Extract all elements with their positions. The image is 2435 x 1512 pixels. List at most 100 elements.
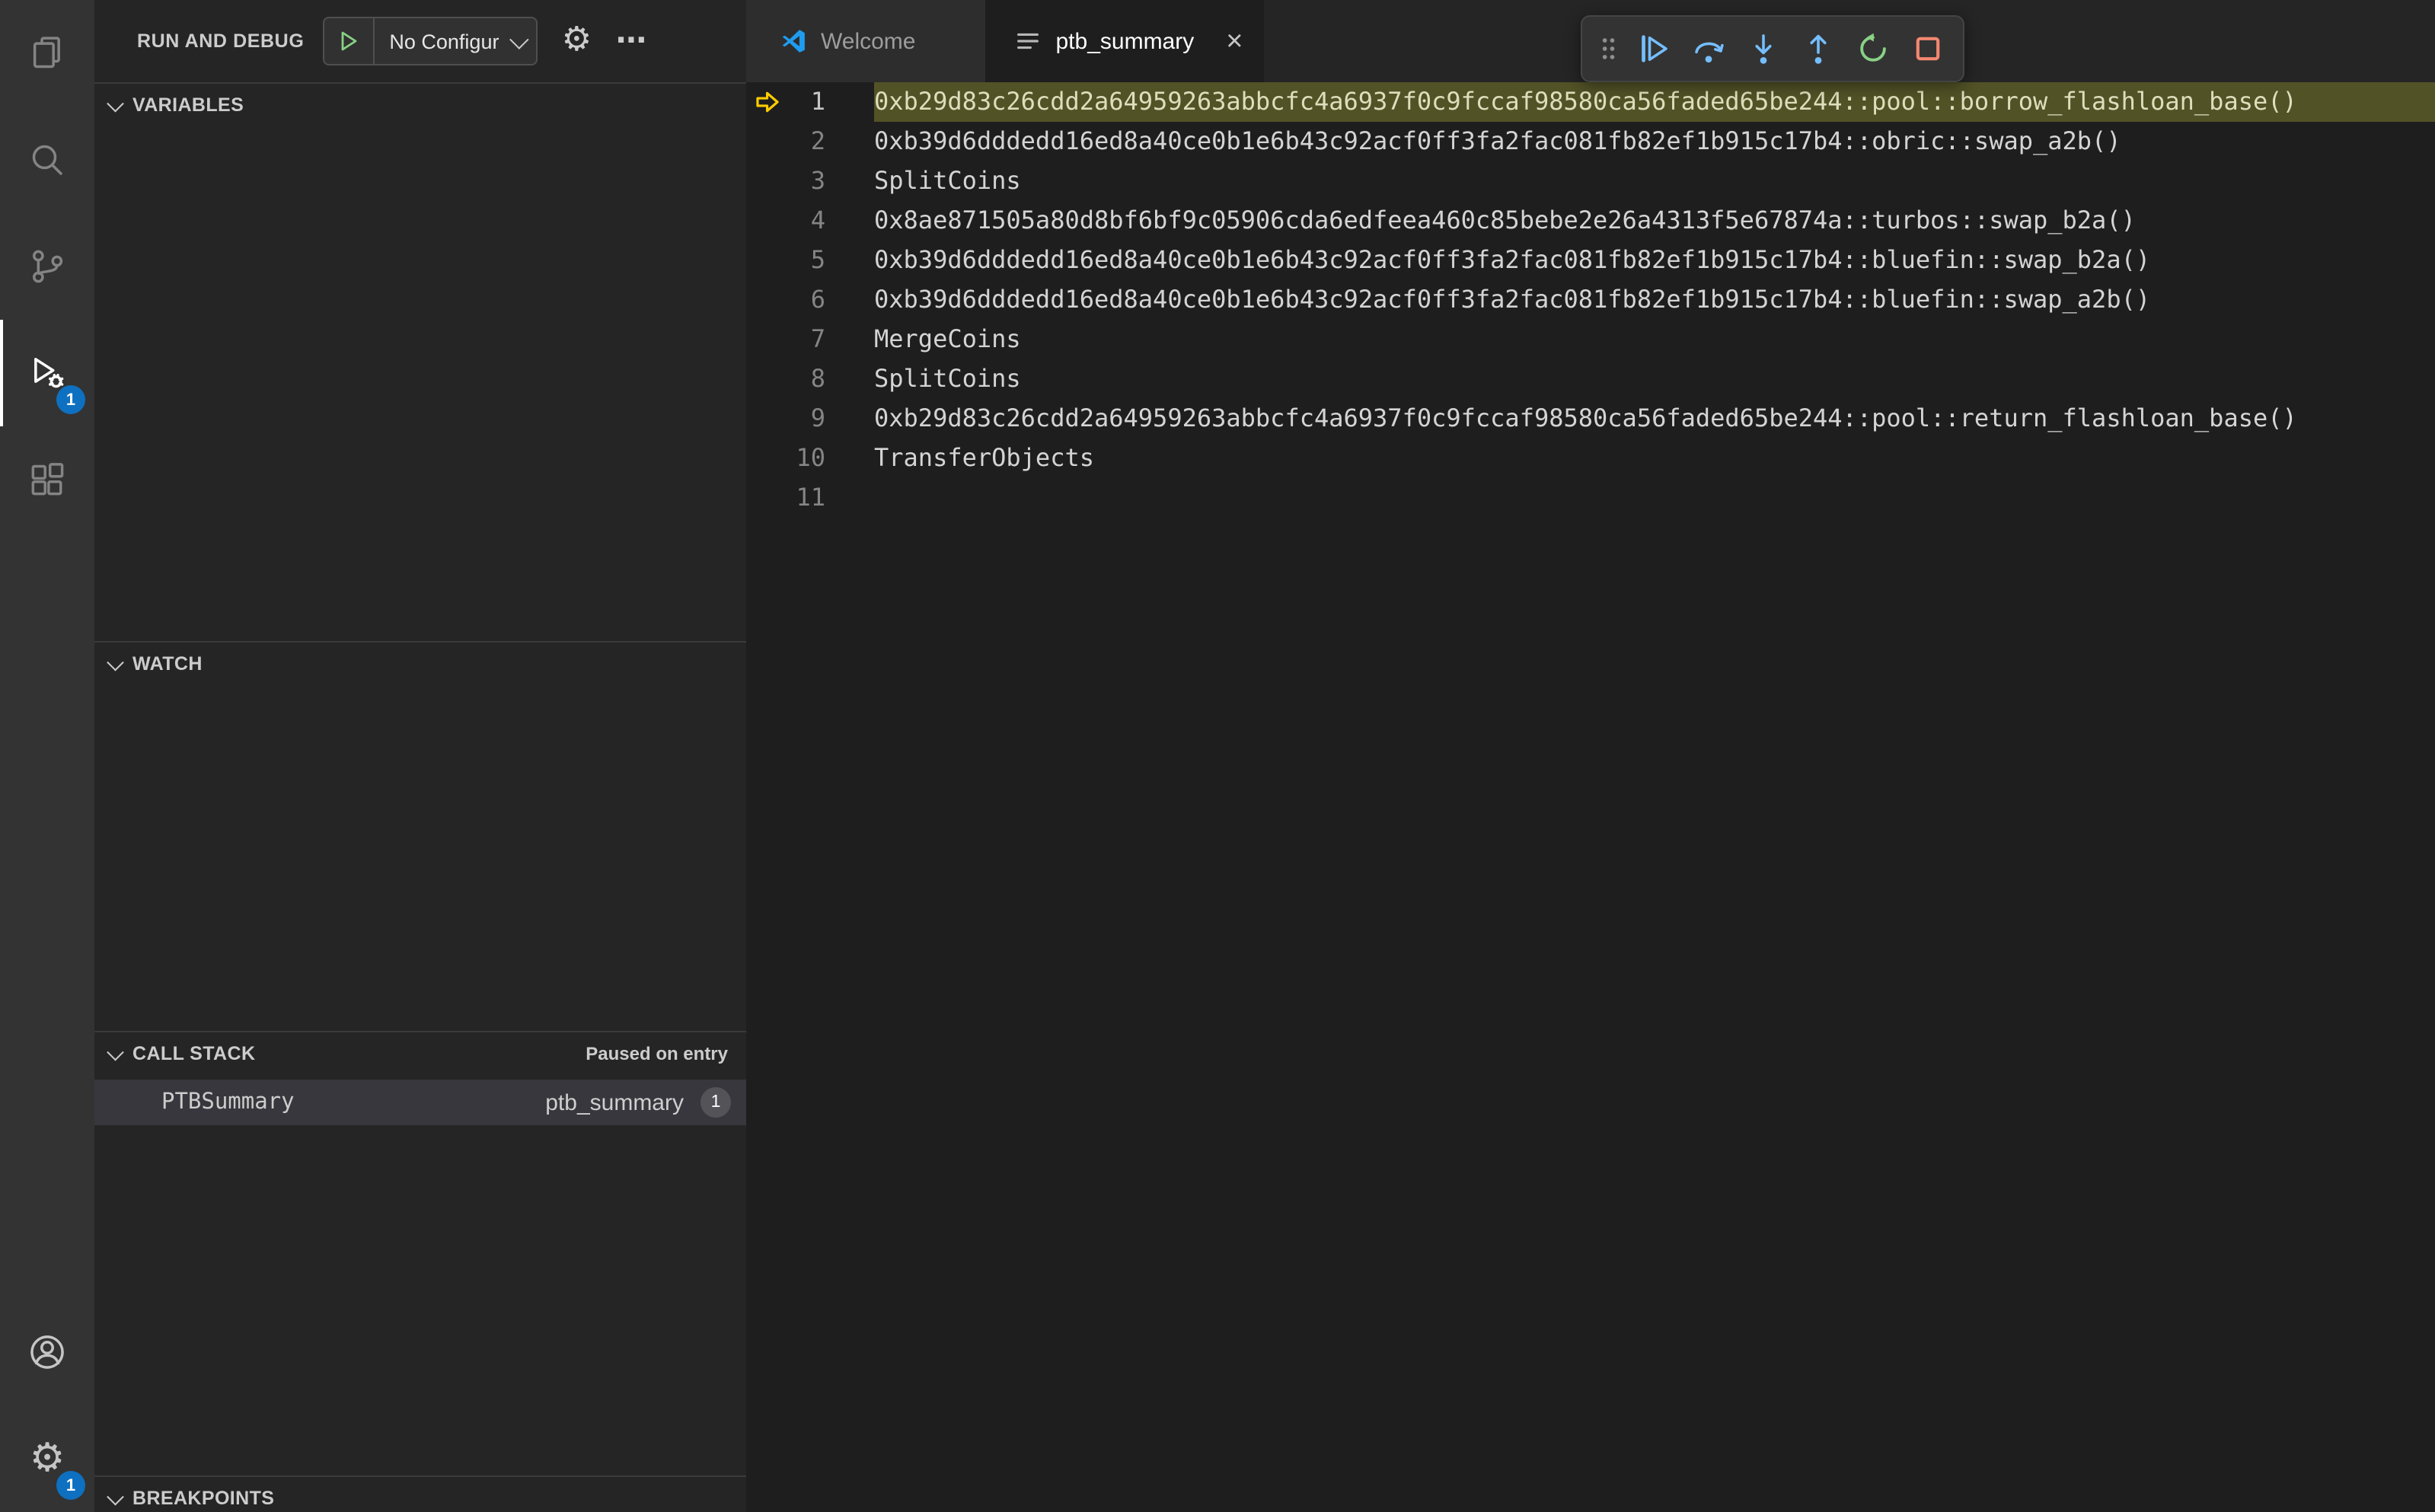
code-text: 0xb39d6dddedd16ed8a40ce0b1e6b43c92acf0ff…: [874, 126, 2121, 155]
tab-ptb-summary[interactable]: ptb_summary ×: [987, 0, 1265, 82]
stack-frame-badge: 1: [701, 1087, 731, 1118]
code-text: 0xb39d6dddedd16ed8a40ce0b1e6b43c92acf0ff…: [874, 285, 2151, 314]
gutter[interactable]: 2: [746, 122, 874, 161]
files-icon: [33, 37, 60, 69]
code-line[interactable]: 4 0x8ae871505a80d8bf6bf9c05906cda6edfeea4…: [746, 201, 2435, 241]
code-text: 0xb29d83c26cdd2a64959263abbcfc4a6937f0c9…: [874, 404, 2297, 432]
more-actions-icon[interactable]: ⋯: [616, 26, 648, 56]
code-text: TransferObjects: [874, 443, 1094, 472]
gutter[interactable]: 11: [746, 478, 874, 518]
gutter[interactable]: 6: [746, 280, 874, 320]
source-control-icon: [32, 250, 63, 283]
code-line[interactable]: 8 SplitCoins: [746, 359, 2435, 399]
continue-button[interactable]: [1628, 23, 1680, 75]
settings-button[interactable]: ⚙ 1: [0, 1405, 94, 1512]
stack-frame-file: ptb_summary: [545, 1089, 684, 1115]
vscode-window: 1 ⚙ 1 RUN AND DEBUG No Configur ⚙ ⋯ VARI…: [0, 0, 2435, 1512]
restart-icon: [1860, 33, 1886, 62]
sidebar-item-explorer[interactable]: [0, 0, 94, 107]
code-text: 0xb29d83c26cdd2a64959263abbcfc4a6937f0c9…: [874, 82, 2435, 122]
code-line[interactable]: 1 0xb29d83c26cdd2a64959263abbcfc4a6937f0c…: [746, 82, 2435, 122]
gear-icon: ⚙: [29, 1436, 65, 1482]
accounts-button[interactable]: [0, 1299, 94, 1405]
settings-badge: 1: [56, 1471, 85, 1500]
gutter[interactable]: 9: [746, 399, 874, 439]
stop-button[interactable]: [1902, 23, 1954, 75]
watch-section-header[interactable]: WATCH: [94, 643, 746, 684]
code-text: MergeCoins: [874, 324, 1021, 353]
gutter[interactable]: 4: [746, 201, 874, 241]
drag-grip-icon[interactable]: [1591, 35, 1625, 62]
debug-toolbar: [1581, 15, 1964, 82]
line-number: 3: [810, 166, 825, 195]
tab-label: Welcome: [821, 28, 916, 54]
gutter[interactable]: 10: [746, 439, 874, 478]
step-into-button[interactable]: [1738, 23, 1789, 75]
sidebar-item-extensions[interactable]: [0, 426, 94, 533]
gutter[interactable]: 5: [746, 241, 874, 280]
line-number: 10: [796, 443, 825, 472]
chevron-down-icon: [104, 92, 128, 116]
gutter[interactable]: 8: [746, 359, 874, 399]
step-over-icon: [1695, 42, 1724, 63]
step-out-icon: [1810, 34, 1827, 64]
line-number: 11: [796, 483, 825, 512]
pause-status: Paused on entry: [586, 1042, 728, 1064]
code-line[interactable]: 5 0xb39d6dddedd16ed8a40ce0b1e6b43c92acf0f…: [746, 241, 2435, 280]
launch-config-dropdown[interactable]: No Configur: [322, 17, 538, 65]
sidebar-item-search[interactable]: [0, 107, 94, 213]
gutter[interactable]: 1: [746, 82, 874, 122]
step-over-button[interactable]: [1683, 23, 1734, 75]
restart-button[interactable]: [1847, 23, 1899, 75]
watch-section: WATCH: [94, 641, 746, 1031]
line-number: 4: [810, 206, 825, 234]
tab-label: ptb_summary: [1055, 28, 1195, 54]
breakpoints-section-header[interactable]: BREAKPOINTS: [94, 1477, 746, 1512]
debug-badge: 1: [56, 385, 85, 414]
code-editor[interactable]: 1 0xb29d83c26cdd2a64959263abbcfc4a6937f0c…: [746, 82, 2435, 1512]
line-number: 5: [810, 245, 825, 274]
debug-settings-gear-icon[interactable]: ⚙: [561, 24, 591, 58]
line-number: 6: [810, 285, 825, 314]
tab-welcome[interactable]: Welcome: [746, 0, 988, 82]
sidebar-item-source-control[interactable]: [0, 213, 94, 320]
line-number: 9: [810, 404, 825, 432]
config-label: No Configur: [374, 18, 535, 64]
extensions-icon: [31, 463, 64, 496]
code-line[interactable]: 7 MergeCoins: [746, 320, 2435, 359]
code-text: SplitCoins: [874, 364, 1021, 393]
code-line[interactable]: 3 SplitCoins: [746, 161, 2435, 201]
code-line[interactable]: 2 0xb39d6dddedd16ed8a40ce0b1e6b43c92acf0f…: [746, 122, 2435, 161]
account-icon: [30, 1335, 64, 1369]
code-line[interactable]: 10 TransferObjects: [746, 439, 2435, 478]
line-number: 8: [810, 364, 825, 393]
breakpoints-section: BREAKPOINTS: [94, 1475, 746, 1512]
line-number: 7: [810, 324, 825, 353]
activity-bar-spacer: [0, 533, 94, 1299]
code-text: 0x8ae871505a80d8bf6bf9c05906cda6edfeea46…: [874, 206, 2136, 234]
variables-section-header[interactable]: VARIABLES: [94, 84, 746, 125]
stop-icon: [1916, 37, 1940, 61]
step-into-icon: [1755, 34, 1772, 64]
code-line[interactable]: 9 0xb29d83c26cdd2a64959263abbcfc4a6937f0c…: [746, 399, 2435, 439]
stack-frame-row[interactable]: PTBSummary ptb_summary 1: [94, 1080, 746, 1125]
line-number: 1: [810, 87, 825, 116]
start-debug-button[interactable]: [324, 18, 375, 64]
close-icon[interactable]: ×: [1226, 27, 1243, 56]
code-line[interactable]: 11: [746, 478, 2435, 518]
code-line[interactable]: 6 0xb39d6dddedd16ed8a40ce0b1e6b43c92acf0f…: [746, 280, 2435, 320]
run-and-debug-panel: RUN AND DEBUG No Configur ⚙ ⋯ VARIABLES: [94, 0, 746, 1512]
code-text: 0xb39d6dddedd16ed8a40ce0b1e6b43c92acf0ff…: [874, 245, 2151, 274]
panel-header: RUN AND DEBUG No Configur ⚙ ⋯: [94, 0, 746, 82]
stack-frame-meta: ptb_summary 1: [545, 1087, 731, 1118]
file-list-icon: [1017, 33, 1039, 49]
stack-frame-name: PTBSummary: [161, 1090, 295, 1115]
step-out-button[interactable]: [1792, 23, 1844, 75]
sidebar-item-run-and-debug[interactable]: 1: [0, 320, 94, 426]
call-stack-section-header[interactable]: CALL STACK Paused on entry: [94, 1032, 746, 1073]
code-text: SplitCoins: [874, 166, 1021, 195]
gutter[interactable]: 3: [746, 161, 874, 201]
play-icon: [340, 31, 356, 51]
gutter[interactable]: 7: [746, 320, 874, 359]
